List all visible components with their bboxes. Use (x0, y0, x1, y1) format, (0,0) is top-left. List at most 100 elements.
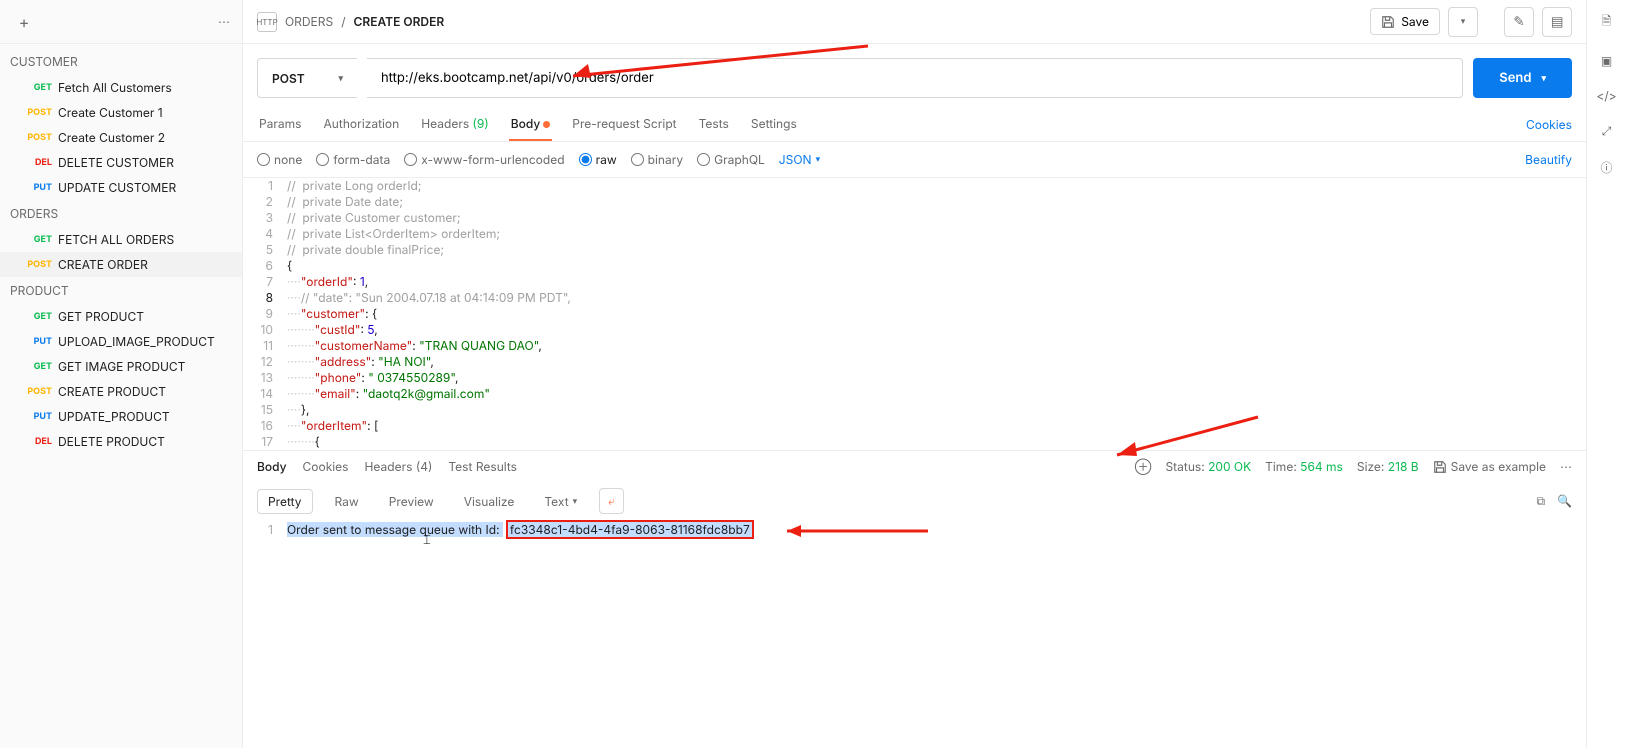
code-content: // private Date date; (287, 194, 403, 210)
url-input[interactable] (367, 58, 1463, 98)
request-label: Create Customer 1 (58, 105, 163, 120)
radio-x-www-form-urlencoded[interactable]: x-www-form-urlencoded (404, 152, 564, 167)
sidebar-more-icon[interactable]: ⋯ (218, 14, 230, 29)
maximize-icon[interactable]: ⤢ (1602, 123, 1612, 139)
code-content: ········"address": "HA NOI", (287, 354, 434, 370)
line-number: 6 (243, 258, 287, 274)
save-button-label: Save (1401, 14, 1429, 29)
sidebar-request-item[interactable]: GETFETCH ALL ORDERS (0, 227, 242, 252)
code-line: 7····"orderId": 1, (243, 274, 1586, 290)
tab-params[interactable]: Params (257, 108, 304, 141)
tab-authorization[interactable]: Authorization (322, 108, 402, 141)
tab-body[interactable]: Body (509, 108, 553, 141)
method-select[interactable]: POST ▾ (257, 58, 357, 98)
code-icon[interactable]: </> (1596, 88, 1616, 103)
comments-button[interactable]: ▤ (1542, 7, 1572, 37)
resp-fmt-preview[interactable]: Preview (381, 490, 442, 513)
code-content: { (287, 258, 292, 274)
radio-graphql[interactable]: GraphQL (697, 152, 765, 167)
response-message: Order sent to message queue with Id: (287, 522, 503, 537)
tab-prerequest[interactable]: Pre-request Script (570, 108, 678, 141)
request-label: DELETE CUSTOMER (58, 155, 174, 170)
resp-tab-cookies[interactable]: Cookies (303, 459, 349, 474)
request-label: CREATE PRODUCT (58, 384, 166, 399)
radio-form-data[interactable]: form-data (316, 152, 390, 167)
sidebar-request-item[interactable]: PUTUPDATE CUSTOMER (0, 175, 242, 200)
response-body[interactable]: 1 Order sent to message queue with Id: f… (243, 520, 1586, 748)
save-button[interactable]: Save (1370, 8, 1440, 35)
code-line: 12········"address": "HA NOI", (243, 354, 1586, 370)
resp-tab-test-results[interactable]: Test Results (448, 459, 517, 474)
sidebar-request-item[interactable]: GETGET PRODUCT (0, 304, 242, 329)
comments-icon[interactable]: ▣ (1601, 53, 1612, 68)
send-button[interactable]: Send ▾ (1473, 58, 1572, 98)
tab-headers-label: Headers (421, 116, 469, 131)
resp-fmt-raw[interactable]: Raw (327, 490, 367, 513)
tab-body-label: Body (511, 116, 541, 131)
sidebar-request-item[interactable]: DELDELETE PRODUCT (0, 429, 242, 454)
resp-fmt-pretty[interactable]: Pretty (257, 489, 313, 514)
tab-settings[interactable]: Settings (749, 108, 799, 141)
sidebar-request-item[interactable]: POSTCREATE PRODUCT (0, 379, 242, 404)
response-language-select[interactable]: Text ▾ (536, 490, 585, 513)
documentation-icon[interactable]: 🗎 (1602, 12, 1612, 33)
sidebar-request-item[interactable]: POSTCREATE ORDER (0, 252, 242, 277)
info-icon[interactable]: ⓘ (1600, 159, 1612, 176)
size-label: Size: 218 B (1357, 459, 1419, 474)
search-response-button[interactable]: 🔍 (1557, 493, 1572, 509)
tab-headers-count: (9) (473, 116, 489, 131)
sidebar-folder[interactable]: ORDERS (0, 200, 242, 227)
request-tree: CUSTOMERGETFetch All CustomersPOSTCreate… (0, 44, 242, 454)
copy-response-button[interactable]: ⧉ (1536, 493, 1545, 509)
code-line: 14········"email": "daotq2k@gmail.com" (243, 386, 1586, 402)
radio-raw[interactable]: raw (579, 152, 617, 167)
wrap-lines-button[interactable]: ⤶ (599, 488, 624, 514)
resp-tab-body[interactable]: Body (257, 459, 287, 474)
response-header: Body Cookies Headers (4) Test Results ⊕ … (243, 450, 1586, 482)
save-dropdown-button[interactable]: ▾ (1448, 7, 1478, 37)
radio-none[interactable]: none (257, 152, 302, 167)
breadcrumb-parent[interactable]: ORDERS (285, 14, 333, 29)
more-icon[interactable]: ⋯ (1560, 459, 1572, 474)
request-body-editor[interactable]: 1// private Long orderId;2// private Dat… (243, 178, 1586, 450)
tab-tests[interactable]: Tests (697, 108, 731, 141)
sidebar-request-item[interactable]: POSTCreate Customer 2 (0, 125, 242, 150)
comment-icon: ▤ (1551, 14, 1564, 30)
sidebar-request-item[interactable]: GETGET IMAGE PRODUCT (0, 354, 242, 379)
resp-fmt-visualize[interactable]: Visualize (456, 490, 523, 513)
cookies-link[interactable]: Cookies (1526, 117, 1572, 132)
pencil-icon: ✎ (1513, 14, 1524, 30)
code-line: 4// private List<OrderItem> orderItem; (243, 226, 1586, 242)
method-badge: GET (24, 82, 52, 93)
beautify-link[interactable]: Beautify (1525, 152, 1572, 167)
size-value: 218 B (1388, 459, 1419, 474)
request-label: UPLOAD_IMAGE_PRODUCT (58, 334, 215, 349)
network-icon[interactable]: ⊕ (1135, 459, 1152, 474)
code-line: 13········"phone": " 0374550289", (243, 370, 1586, 386)
response-line: 1 Order sent to message queue with Id: f… (243, 522, 1586, 537)
sidebar-top-bar: + ⋯ (0, 0, 242, 44)
http-icon: HTTP (257, 12, 277, 32)
tab-headers[interactable]: Headers (9) (419, 108, 491, 141)
chevron-down-icon: ▾ (1461, 16, 1466, 27)
radio-binary[interactable]: binary (631, 152, 684, 167)
line-number: 9 (243, 306, 287, 322)
line-number: 1 (243, 522, 287, 537)
request-label: Create Customer 2 (58, 130, 165, 145)
sidebar-request-item[interactable]: DELDELETE CUSTOMER (0, 150, 242, 175)
resp-tab-headers[interactable]: Headers (4) (365, 459, 433, 474)
code-line: 15····}, (243, 402, 1586, 418)
sidebar-request-item[interactable]: PUTUPLOAD_IMAGE_PRODUCT (0, 329, 242, 354)
line-number: 14 (243, 386, 287, 402)
sidebar-request-item[interactable]: POSTCreate Customer 1 (0, 100, 242, 125)
chevron-down-icon: ▾ (338, 73, 343, 84)
code-line: 5// private double finalPrice; (243, 242, 1586, 258)
sidebar-folder[interactable]: CUSTOMER (0, 48, 242, 75)
sidebar-request-item[interactable]: GETFetch All Customers (0, 75, 242, 100)
save-as-example-button[interactable]: Save as example (1433, 459, 1546, 474)
edit-button[interactable]: ✎ (1504, 7, 1534, 37)
new-request-button[interactable]: + (12, 10, 36, 34)
body-language-select[interactable]: JSON ▾ (779, 152, 820, 167)
sidebar-request-item[interactable]: PUTUPDATE_PRODUCT (0, 404, 242, 429)
sidebar-folder[interactable]: PRODUCT (0, 277, 242, 304)
